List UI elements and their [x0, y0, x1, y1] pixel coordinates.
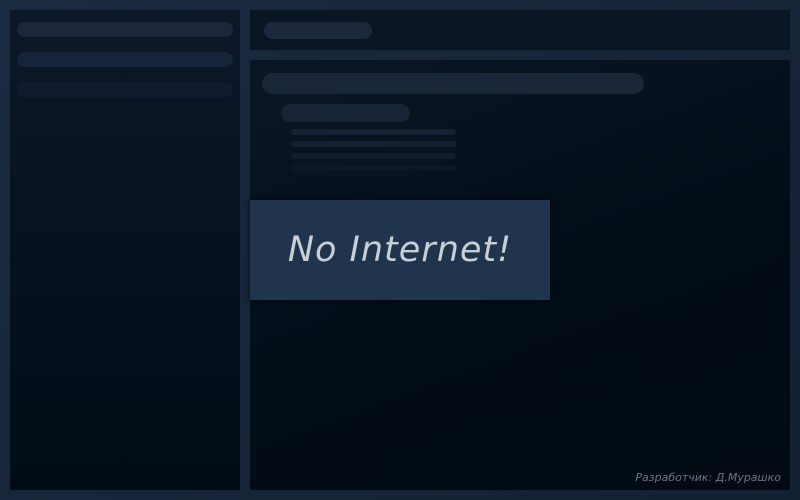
app-frame: No Internet! Разработчик: Д.Мурашко	[0, 0, 800, 500]
content-placeholder-line	[291, 165, 456, 171]
no-internet-text: No Internet!	[287, 230, 513, 270]
no-internet-message: No Internet!	[250, 200, 550, 300]
content-placeholder-line	[291, 153, 456, 159]
sidebar	[10, 10, 240, 490]
sidebar-placeholder-item	[17, 82, 233, 97]
sidebar-placeholder-item	[17, 52, 233, 67]
content-placeholder-subheading	[281, 104, 410, 122]
top-bar-placeholder-title	[264, 22, 372, 39]
top-bar	[250, 10, 790, 50]
developer-credit: Разработчик: Д.Мурашко	[635, 471, 781, 484]
content-placeholder-line	[291, 129, 456, 135]
content-placeholder-heading	[262, 73, 644, 94]
content-placeholder-line	[291, 141, 456, 147]
sidebar-placeholder-item	[17, 22, 233, 37]
